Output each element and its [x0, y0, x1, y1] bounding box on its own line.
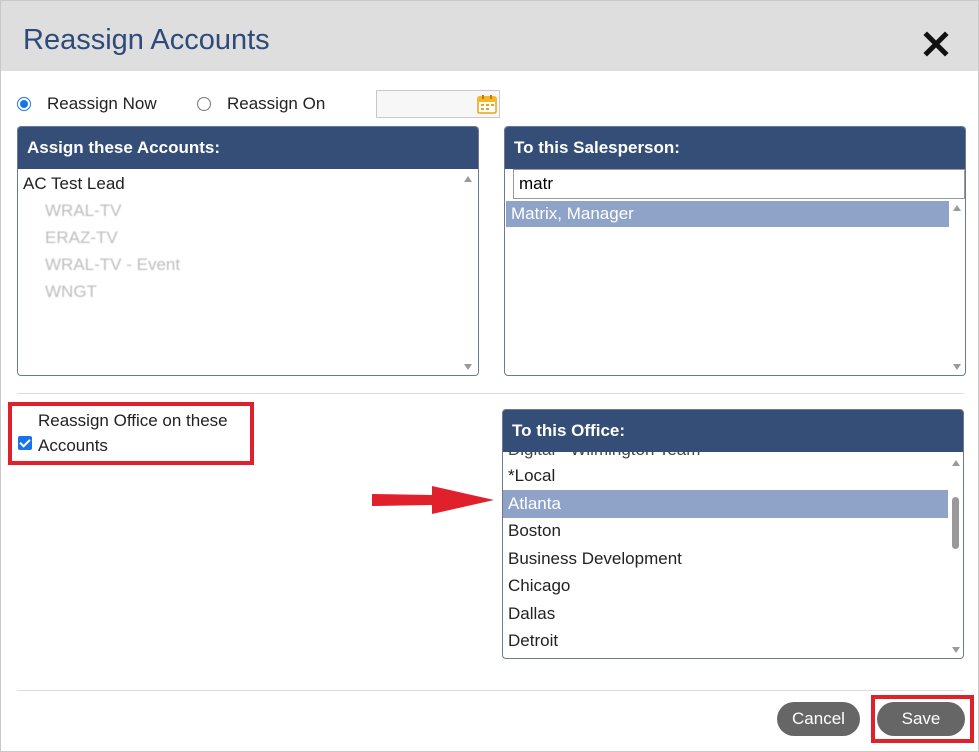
selected-office-row[interactable]: Atlanta: [503, 490, 948, 518]
reassign-now-label[interactable]: Reassign Now: [47, 94, 157, 114]
list-item[interactable]: WNGT: [45, 282, 97, 302]
list-item[interactable]: Detroit: [508, 631, 558, 651]
list-item[interactable]: Dallas: [508, 604, 555, 624]
list-item[interactable]: Matrix, Manager: [511, 204, 634, 224]
list-item[interactable]: Chicago: [508, 576, 570, 596]
reassign-now-radio[interactable]: [17, 97, 31, 111]
reassign-office-checkbox[interactable]: [18, 436, 32, 450]
dialog-title: Reassign Accounts: [23, 24, 270, 56]
save-button[interactable]: Save: [877, 702, 965, 736]
list-item[interactable]: Atlanta: [508, 494, 561, 514]
accounts-panel: Assign these Accounts: AC Test Lead WRAL…: [17, 126, 479, 376]
accounts-panel-header: Assign these Accounts:: [18, 127, 478, 169]
office-scrollbar-thumb[interactable]: [952, 497, 959, 549]
selected-salesperson-row[interactable]: Matrix, Manager: [506, 201, 949, 227]
scroll-down-arrow-icon[interactable]: [464, 364, 472, 370]
scroll-up-arrow-icon[interactable]: [464, 176, 472, 182]
salesperson-search-input[interactable]: [513, 169, 965, 199]
list-item[interactable]: WRAL-TV: [45, 201, 122, 221]
list-item[interactable]: ERAZ-TV: [45, 228, 118, 248]
close-icon[interactable]: [923, 31, 949, 57]
footer-divider: [17, 690, 964, 691]
scroll-up-arrow-icon[interactable]: [953, 205, 961, 211]
reassign-on-radio[interactable]: [197, 97, 211, 111]
reassign-accounts-dialog: Reassign Accounts Reassign Now Reassign …: [0, 0, 979, 752]
scroll-up-arrow-icon[interactable]: [952, 460, 960, 466]
reassign-on-label[interactable]: Reassign On: [227, 94, 325, 114]
reassign-office-label-line1[interactable]: Reassign Office on these: [38, 411, 228, 431]
scroll-down-arrow-icon[interactable]: [953, 364, 961, 370]
list-item[interactable]: Boston: [508, 521, 561, 541]
list-item[interactable]: AC Test Lead: [23, 174, 125, 194]
section-divider: [17, 393, 964, 394]
list-item[interactable]: *Local: [508, 466, 555, 486]
cancel-button[interactable]: Cancel: [777, 702, 860, 736]
office-panel-header-cover: To this Office:: [503, 410, 963, 452]
scroll-down-arrow-icon[interactable]: [952, 647, 960, 653]
dialog-titlebar: Reassign Accounts: [1, 1, 978, 71]
salesperson-panel: To this Salesperson: Matrix, Manager: [504, 126, 966, 376]
list-item[interactable]: Business Development: [508, 549, 682, 569]
salesperson-panel-header: To this Salesperson:: [505, 127, 965, 169]
office-panel: To this Office: Digital - Wilmington Tea…: [502, 409, 964, 659]
reassign-office-label-line2[interactable]: Accounts: [38, 436, 108, 456]
red-arrow-icon: [372, 486, 494, 514]
calendar-icon[interactable]: [477, 94, 497, 114]
list-item[interactable]: WRAL-TV - Event: [45, 255, 180, 275]
